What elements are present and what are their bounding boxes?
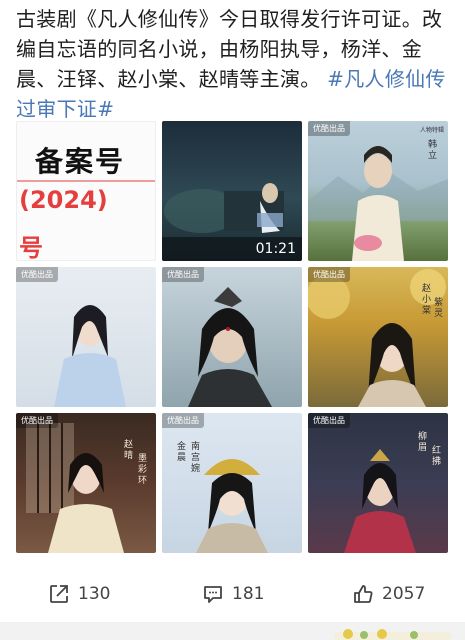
youku-badge-9: 优酷出品 bbox=[308, 413, 350, 428]
youku-badge-8: 优酷出品 bbox=[162, 413, 204, 428]
video-thumbnail[interactable]: 01:21 bbox=[162, 121, 302, 261]
figure-5 bbox=[188, 287, 272, 407]
repost-count: 130 bbox=[78, 584, 111, 604]
certificate-text-2: (2024) bbox=[19, 186, 108, 214]
repost-icon bbox=[50, 585, 68, 603]
poster-jinchen[interactable]: 优酷出品 金晨 南宫婉 bbox=[162, 413, 302, 553]
certificate-text-1: 备案号 bbox=[35, 145, 126, 178]
actor-name-9: 柳眉 bbox=[416, 431, 426, 453]
comment-icon bbox=[204, 586, 222, 603]
certificate-line bbox=[17, 180, 155, 182]
media-image-1[interactable]: 备案号 (2024) 号 bbox=[16, 121, 156, 261]
youku-badge-3: 优酷出品 bbox=[308, 121, 350, 136]
youku-badge-4: 优酷出品 bbox=[16, 267, 58, 282]
media-grid: 备案号 (2024) 号 01:21 优酷出品 人物特辑 韩立 优酷出品 优酷出… bbox=[16, 121, 448, 554]
decoration-icon bbox=[334, 629, 452, 640]
poster-hanli[interactable]: 优酷出品 人物特辑 韩立 bbox=[308, 121, 448, 261]
actor-name-8: 金晨 bbox=[175, 441, 185, 463]
poster-9[interactable]: 优酷出品 柳眉 红拂 bbox=[308, 413, 448, 553]
thumbs-up-icon bbox=[354, 585, 373, 603]
poster-4[interactable]: 优酷出品 bbox=[16, 267, 156, 407]
actor-name-7: 赵晴 bbox=[122, 439, 132, 461]
video-duration: 01:21 bbox=[255, 241, 296, 257]
like-button[interactable]: 2057 bbox=[352, 583, 425, 605]
comment-button[interactable]: 181 bbox=[202, 583, 264, 605]
role-name-6: 紫灵 bbox=[432, 297, 442, 319]
role-name-7: 墨彩环 bbox=[136, 453, 146, 486]
certificate-text-3: 号 bbox=[19, 234, 43, 261]
youku-badge-7: 优酷出品 bbox=[16, 413, 58, 428]
comment-count: 181 bbox=[232, 584, 265, 604]
credit-3: 人物特辑 bbox=[419, 127, 444, 134]
figure-8 bbox=[196, 459, 268, 553]
figure-4 bbox=[54, 305, 126, 407]
video-scene bbox=[162, 183, 302, 261]
post-text: 古装剧《凡人修仙传》今日取得发行许可证。改编自忘语的同名小说，由杨阳执导，杨洋、… bbox=[16, 4, 454, 124]
character-name-3: 韩立 bbox=[426, 139, 436, 161]
role-name-9: 红拂 bbox=[430, 445, 440, 467]
youku-badge-5: 优酷出品 bbox=[162, 267, 204, 282]
poster-zhaoxiaotang[interactable]: 优酷出品 赵小棠 紫灵 bbox=[308, 267, 448, 407]
role-name-8: 南宫婉 bbox=[189, 441, 199, 474]
action-bar: 130 181 2057 bbox=[0, 565, 465, 623]
repost-button[interactable]: 130 bbox=[48, 583, 110, 605]
poster-5[interactable]: 优酷出品 bbox=[162, 267, 302, 407]
like-count: 2057 bbox=[382, 584, 426, 604]
poster-zhaoqing[interactable]: 优酷出品 赵晴 墨彩环 bbox=[16, 413, 156, 553]
youku-badge-6: 优酷出品 bbox=[308, 267, 350, 282]
